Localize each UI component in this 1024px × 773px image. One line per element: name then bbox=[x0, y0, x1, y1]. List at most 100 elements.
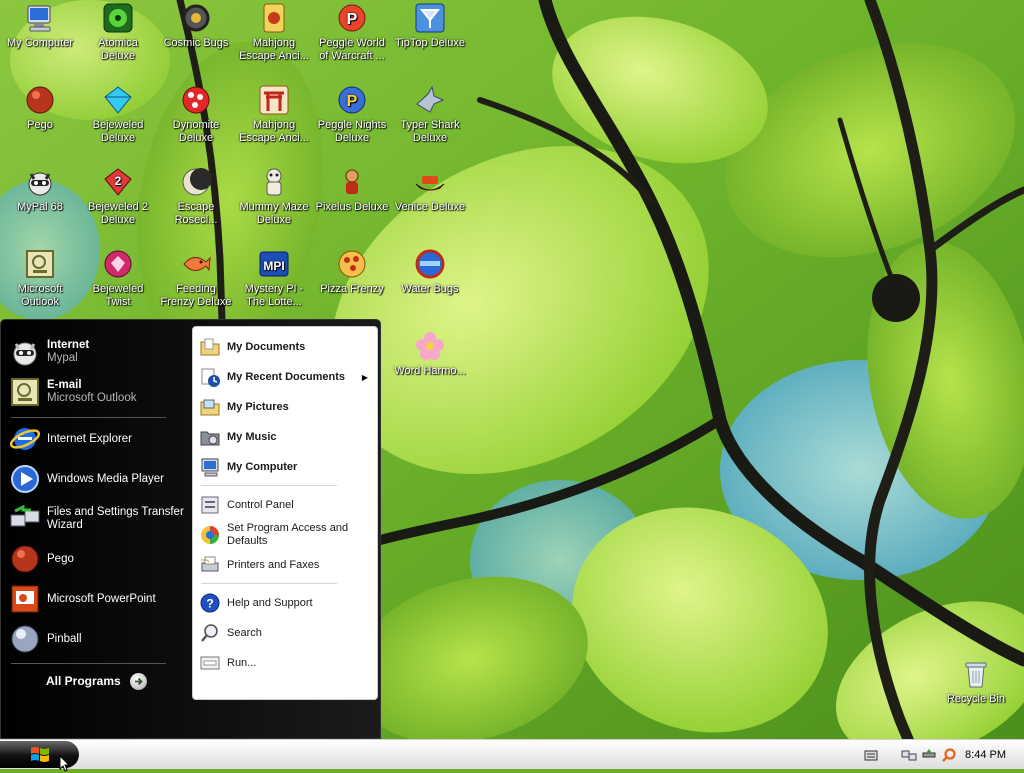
start-place-my-recent-documents[interactable]: My Recent Documents ▶ bbox=[199, 366, 373, 388]
desktop-icon-label: Pixelus Deluxe bbox=[315, 201, 389, 213]
start-item-title: Internet bbox=[47, 339, 90, 351]
water-bugs-icon bbox=[415, 249, 445, 279]
start-recent-windows-media-player[interactable]: Windows Media Player bbox=[5, 461, 189, 497]
desktop-icon-mystery-pi[interactable]: MPI Mystery PI - The Lotte... bbox=[234, 248, 314, 309]
network-icon[interactable] bbox=[901, 747, 917, 763]
start-item-title: Pinball bbox=[47, 632, 82, 645]
bejeweled-2-icon: 2 bbox=[104, 168, 132, 196]
control-panel-icon bbox=[201, 496, 219, 514]
start-recent-pinball[interactable]: Pinball bbox=[5, 621, 189, 657]
desktop-icon-peggle-nights-deluxe[interactable]: P Peggle Nights Deluxe bbox=[312, 84, 392, 145]
start-recent-files-settings-transfer-wizard[interactable]: Files and Settings Transfer Wizard bbox=[5, 501, 189, 537]
start-recent-microsoft-powerpoint[interactable]: Microsoft PowerPoint bbox=[5, 581, 189, 617]
desktop-icon-label: Bejeweled Deluxe bbox=[92, 119, 144, 144]
start-search[interactable]: Search bbox=[199, 622, 373, 644]
start-help-and-support[interactable]: ? Help and Support bbox=[199, 592, 373, 614]
start-menu: Internet Mypal E-mail Microsoft Outlook … bbox=[0, 319, 381, 739]
folder-pictures-icon bbox=[200, 399, 220, 416]
desktop-icon-tiptop-deluxe[interactable]: TipTop Deluxe bbox=[390, 2, 470, 50]
arrow-right-icon bbox=[129, 672, 147, 690]
start-setting-label: Printers and Faxes bbox=[227, 559, 320, 571]
safely-remove-hardware-icon[interactable] bbox=[921, 747, 937, 763]
start-place-label: My Computer bbox=[227, 461, 298, 473]
svg-text:?: ? bbox=[206, 597, 213, 611]
desktop-icon-pizza-frenzy[interactable]: Pizza Frenzy bbox=[312, 248, 392, 296]
start-item-title: Internet Explorer bbox=[47, 432, 133, 445]
start-setting-printers-faxes[interactable]: Printers and Faxes bbox=[199, 554, 373, 576]
desktop-icon-label: TipTop Deluxe bbox=[395, 37, 465, 49]
system-tray: 8:44 PM bbox=[861, 740, 1024, 769]
desktop-icon-label: Microsoft Outlook bbox=[17, 283, 63, 308]
desktop-icon-recycle-bin[interactable]: Recycle Bin bbox=[936, 658, 1016, 706]
start-item-title: Files and Settings Transfer Wizard bbox=[47, 506, 184, 531]
start-place-my-music[interactable]: My Music bbox=[199, 426, 373, 448]
start-item-subtitle: Mypal bbox=[47, 352, 78, 364]
pixelus-icon bbox=[345, 169, 359, 194]
dynomite-icon bbox=[182, 86, 210, 114]
desktop-icon-label: Mahjong Escape Anci... bbox=[239, 119, 309, 144]
desktop-icon-venice-deluxe[interactable]: Venice Deluxe bbox=[390, 166, 470, 214]
desktop-icon-label: Pego bbox=[27, 119, 53, 131]
desktop-icon-bejeweled-2-deluxe[interactable]: 2 Bejeweled 2 Deluxe bbox=[78, 166, 158, 227]
start-menu-divider bbox=[11, 417, 166, 418]
all-programs-label: All Programs bbox=[46, 674, 121, 688]
desktop-icon-typer-shark-deluxe[interactable]: Typer Shark Deluxe bbox=[390, 84, 470, 145]
desktop-icon-bejeweled-deluxe[interactable]: Bejeweled Deluxe bbox=[78, 84, 158, 145]
mahjong-gate-icon bbox=[259, 85, 289, 115]
start-setting-control-panel[interactable]: Control Panel bbox=[199, 494, 373, 516]
start-setting-label: Set Program Access and Defaults bbox=[227, 522, 349, 547]
svg-text:P: P bbox=[347, 11, 358, 28]
start-place-my-pictures[interactable]: My Pictures bbox=[199, 396, 373, 418]
desktop-icon-cosmic-bugs[interactable]: Cosmic Bugs bbox=[156, 2, 236, 50]
desktop-icon-mummy-maze-deluxe[interactable]: Mummy Maze Deluxe bbox=[234, 166, 314, 227]
moon-icon bbox=[182, 168, 212, 196]
desktop-icon-pixelus-deluxe[interactable]: Pixelus Deluxe bbox=[312, 166, 392, 214]
desktop-icon-microsoft-outlook[interactable]: Microsoft Outlook bbox=[0, 248, 80, 309]
taskbar-clock[interactable]: 8:44 PM bbox=[965, 749, 1006, 761]
start-run[interactable]: Run... bbox=[199, 652, 373, 674]
start-item-title: E-mail bbox=[47, 379, 82, 391]
desktop-icon-feeding-frenzy-deluxe[interactable]: Feeding Frenzy Deluxe bbox=[156, 248, 236, 309]
raccoon-icon bbox=[13, 342, 37, 366]
svg-text:P: P bbox=[347, 93, 358, 110]
desktop-icon-atomica-deluxe[interactable]: Atomica Deluxe bbox=[78, 2, 158, 63]
printer-icon bbox=[201, 556, 219, 572]
search-tray-icon[interactable] bbox=[941, 747, 957, 763]
start-pinned-email[interactable]: E-mail Microsoft Outlook bbox=[5, 372, 189, 412]
gondola-icon bbox=[415, 176, 445, 191]
start-pinned-internet[interactable]: Internet Mypal bbox=[5, 332, 189, 372]
keyboard-icon[interactable] bbox=[863, 747, 879, 763]
desktop-icon-mypal-68[interactable]: MyPal 68 bbox=[0, 166, 80, 214]
desktop-icon-word-harmony[interactable]: Word Harmo... bbox=[390, 330, 470, 378]
internet-explorer-icon bbox=[9, 428, 41, 450]
desktop-icon-my-computer[interactable]: My Computer bbox=[0, 2, 80, 50]
mystery-pi-icon: MPI bbox=[259, 251, 289, 277]
desktop-icon-water-bugs[interactable]: Water Bugs bbox=[390, 248, 470, 296]
fish-icon bbox=[183, 256, 211, 272]
tiptop-icon bbox=[415, 3, 445, 33]
submenu-arrow-icon: ▶ bbox=[361, 372, 368, 382]
start-place-my-computer[interactable]: My Computer bbox=[199, 456, 373, 478]
powerpoint-icon bbox=[11, 585, 39, 613]
desktop-icon-label: My Computer bbox=[6, 37, 74, 49]
desktop-icon-label: Dynomite Deluxe bbox=[172, 119, 220, 144]
start-place-my-documents[interactable]: My Documents bbox=[199, 336, 373, 358]
folder-documents-icon bbox=[200, 338, 220, 356]
desktop-icon-peggle-world-of-warcraft[interactable]: P Peggle World of Warcraft ... bbox=[312, 2, 392, 63]
start-recent-internet-explorer[interactable]: Internet Explorer bbox=[5, 421, 189, 457]
desktop-icon-label: Peggle Nights Deluxe bbox=[317, 119, 387, 144]
folder-music-icon bbox=[200, 431, 220, 446]
bejeweled-twist-icon bbox=[104, 250, 132, 278]
start-recent-pego[interactable]: Pego bbox=[5, 541, 189, 577]
peggle-nights-icon: P bbox=[338, 86, 366, 114]
start-setting-program-access[interactable]: Set Program Access and Defaults bbox=[199, 520, 373, 550]
desktop-icon-dynomite-deluxe[interactable]: Dynomite Deluxe bbox=[156, 84, 236, 145]
desktop-icon-mahjong-escape-1[interactable]: Mahjong Escape Anci... bbox=[234, 2, 314, 63]
desktop-icon-mahjong-escape-2[interactable]: Mahjong Escape Anci... bbox=[234, 84, 314, 145]
all-programs-button[interactable]: All Programs bbox=[46, 670, 156, 692]
typer-shark-icon bbox=[416, 85, 445, 113]
desktop-icon-bejeweled-twist[interactable]: Bejeweled Twist bbox=[78, 248, 158, 309]
desktop-icon-escape-rosecliff[interactable]: Escape Rosecl... bbox=[156, 166, 236, 227]
start-place-label: My Recent Documents bbox=[227, 371, 345, 383]
desktop-icon-pego[interactable]: Pego bbox=[0, 84, 80, 132]
